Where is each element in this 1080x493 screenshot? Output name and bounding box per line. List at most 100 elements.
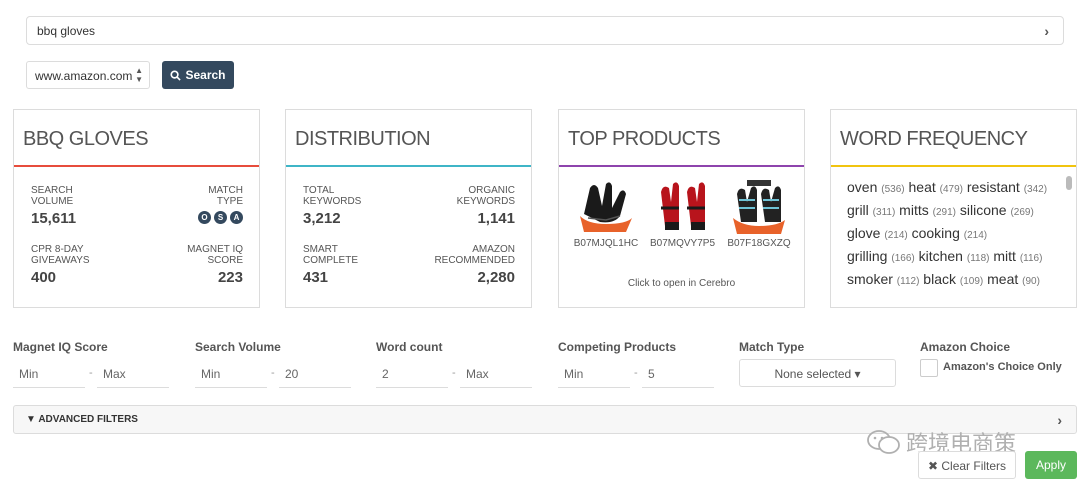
marketplace-select[interactable]: www.amazon.com ▲ ▼ bbox=[26, 61, 150, 89]
magnet-iq-label: MAGNET IQ SCORE bbox=[187, 244, 243, 266]
word-line: grilling (166) kitchen (118) mitt (116) bbox=[847, 246, 1062, 269]
search-button-label: Search bbox=[185, 68, 226, 82]
word-term: silicone bbox=[959, 202, 1007, 218]
word-count: (112) bbox=[896, 276, 920, 287]
word-line: smoker (112) black (109) meat (90) bbox=[847, 269, 1062, 292]
smart-complete-label: SMART COMPLETE bbox=[303, 244, 359, 266]
word-term: resistant bbox=[966, 179, 1020, 195]
magnet-iq-max-input[interactable]: Max bbox=[97, 361, 169, 388]
smart-complete-value: 431 bbox=[303, 269, 329, 286]
organic-keywords-value: 1,141 bbox=[477, 210, 515, 227]
search-volume-min-input[interactable]: Min bbox=[195, 361, 267, 388]
card-accent-line bbox=[14, 165, 259, 167]
word-term: smoker bbox=[847, 271, 893, 287]
distribution-card: DISTRIBUTION TOTAL KEYWORDS 3,212 ORGANI… bbox=[285, 109, 532, 308]
competing-products-filter-label: Competing Products bbox=[558, 340, 677, 354]
close-icon: ✖ bbox=[927, 459, 939, 473]
product-glove-image bbox=[729, 178, 789, 234]
card-accent-line bbox=[559, 165, 804, 167]
match-type-label: MATCH TYPE bbox=[208, 185, 243, 207]
match-type-dropdown-value: None selected bbox=[774, 367, 852, 381]
search-query-text: bbq gloves bbox=[37, 24, 96, 38]
advanced-filters-text: ADVANCED FILTERS bbox=[38, 414, 138, 425]
word-count-max-input[interactable]: Max bbox=[460, 361, 532, 388]
word-term: meat bbox=[987, 271, 1019, 287]
search-volume-max-input[interactable]: 20 bbox=[279, 361, 351, 388]
word-line: oven (536) heat (479) resistant (342) bbox=[847, 177, 1062, 200]
keyword-search-input[interactable]: bbq gloves › bbox=[26, 16, 1064, 45]
product-item[interactable]: B07F18GXZQ bbox=[723, 178, 795, 249]
word-term: black bbox=[923, 271, 956, 287]
card-title: DISTRIBUTION bbox=[295, 128, 431, 150]
word-count: (90) bbox=[1022, 276, 1040, 287]
open-in-cerebro-link[interactable]: Click to open in Cerebro bbox=[559, 278, 804, 289]
word-count: (479) bbox=[939, 184, 963, 195]
word-term: glove bbox=[847, 225, 881, 241]
filter-icon: ▼ bbox=[26, 414, 36, 425]
word-count: (109) bbox=[959, 276, 984, 287]
marketplace-value: www.amazon.com bbox=[35, 69, 133, 83]
search-volume-value: 15,611 bbox=[31, 210, 77, 227]
cpr-value: 400 bbox=[31, 269, 57, 286]
total-keywords-value: 3,212 bbox=[303, 210, 341, 227]
chevron-right-icon[interactable]: › bbox=[1044, 23, 1049, 39]
clear-filters-label: Clear Filters bbox=[941, 459, 1007, 473]
amazon-choice-option-label[interactable]: Amazon's Choice Only bbox=[943, 361, 1062, 373]
card-title: WORD FREQUENCY bbox=[840, 128, 1028, 150]
competing-products-max-input[interactable]: 5 bbox=[642, 361, 714, 388]
word-count: (536) bbox=[881, 184, 905, 195]
organic-keywords-label: ORGANIC KEYWORDS bbox=[456, 185, 515, 207]
amazon-recommended-value: 2,280 bbox=[477, 269, 515, 286]
magnet-iq-value: 223 bbox=[217, 269, 243, 286]
word-term: mitt bbox=[993, 248, 1016, 264]
word-term: oven bbox=[847, 179, 878, 195]
product-item[interactable]: B07MQVY7P5 bbox=[647, 178, 719, 249]
clear-filters-button[interactable]: ✖ Clear Filters bbox=[918, 451, 1016, 479]
word-count-min-input[interactable]: 2 bbox=[376, 361, 448, 388]
search-button[interactable]: Search bbox=[162, 61, 234, 89]
competing-products-min-input[interactable]: Min bbox=[558, 361, 630, 388]
amazon-recommended-label: AMAZON RECOMMENDED bbox=[434, 244, 515, 266]
card-title: TOP PRODUCTS bbox=[568, 128, 721, 150]
search-icon bbox=[170, 69, 182, 81]
magnet-iq-min-input[interactable]: Min bbox=[13, 361, 85, 388]
word-count: (291) bbox=[932, 207, 956, 218]
match-type-o-icon: O bbox=[198, 211, 211, 224]
magnet-iq-filter-label: Magnet IQ Score bbox=[13, 340, 108, 354]
word-term: mitts bbox=[899, 202, 929, 218]
word-line: grill (311) mitts (291) silicone (269) bbox=[847, 200, 1062, 223]
word-term: grilling bbox=[847, 248, 888, 264]
word-count-filter-label: Word count bbox=[376, 340, 443, 354]
chevron-right-icon: › bbox=[1057, 412, 1062, 428]
card-accent-line bbox=[831, 165, 1076, 167]
card-title: BBQ GLOVES bbox=[23, 128, 149, 150]
range-separator: - bbox=[271, 367, 275, 379]
keyword-summary-card: BBQ GLOVES SEARCH VOLUME 15,611 MATCH TY… bbox=[13, 109, 260, 308]
top-products-card[interactable]: TOP PRODUCTS B07MJQL1HC B07MQVY7P5 B07F1… bbox=[558, 109, 805, 308]
amazon-choice-checkbox[interactable] bbox=[920, 359, 938, 377]
search-volume-filter-label: Search Volume bbox=[195, 340, 281, 354]
card-accent-line bbox=[286, 165, 531, 167]
match-type-a-icon: A bbox=[230, 211, 243, 224]
wechat-icon bbox=[867, 430, 900, 454]
product-asin: B07MJQL1HC bbox=[573, 238, 639, 249]
word-count: (342) bbox=[1023, 184, 1048, 195]
word-list-scrollbar[interactable] bbox=[1066, 176, 1072, 190]
word-line: glove (214) cooking (214) bbox=[847, 223, 1062, 246]
select-arrows-icon: ▲ ▼ bbox=[135, 66, 143, 84]
match-type-dropdown[interactable]: None selected ▾ bbox=[739, 359, 896, 387]
product-glove-image bbox=[576, 178, 636, 234]
product-asin: B07F18GXZQ bbox=[727, 238, 791, 249]
word-count: (118) bbox=[966, 253, 990, 264]
range-separator: - bbox=[634, 367, 638, 379]
search-volume-label: SEARCH VOLUME bbox=[31, 185, 74, 207]
word-count: (166) bbox=[891, 253, 915, 264]
apply-button[interactable]: Apply bbox=[1025, 451, 1077, 479]
product-list: B07MJQL1HC B07MQVY7P5 B07F18GXZQ bbox=[570, 178, 795, 249]
word-term: heat bbox=[908, 179, 936, 195]
range-separator: - bbox=[89, 367, 93, 379]
word-term: kitchen bbox=[918, 248, 963, 264]
product-item[interactable]: B07MJQL1HC bbox=[570, 178, 642, 249]
word-frequency-card: WORD FREQUENCY oven (536) heat (479) res… bbox=[830, 109, 1077, 308]
caret-down-icon: ▾ bbox=[854, 367, 861, 381]
